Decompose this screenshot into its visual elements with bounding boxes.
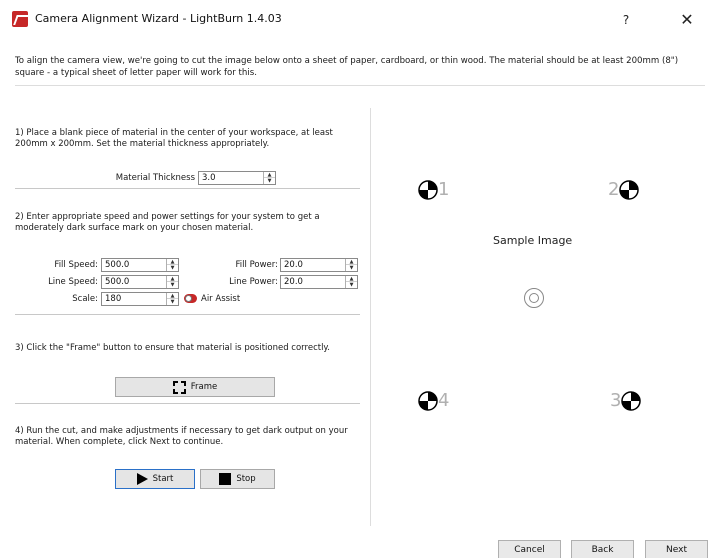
spin-down-icon[interactable]: ▼ <box>167 265 178 271</box>
start-button-label: Start <box>152 474 174 484</box>
spin-down-icon[interactable]: ▼ <box>346 265 357 271</box>
instructions-panel: 1) Place a blank piece of material in th… <box>15 108 360 518</box>
step-divider <box>15 188 360 189</box>
marker-number: 2 <box>608 179 620 200</box>
spin-down-icon[interactable]: ▼ <box>167 299 178 305</box>
stop-square-icon <box>219 473 232 485</box>
step-4-text: 4) Run the cut, and make adjustments if … <box>15 426 348 447</box>
line-speed-input[interactable] <box>102 276 165 288</box>
registration-marker-2: 2 <box>608 179 640 200</box>
cancel-button[interactable]: Cancel <box>498 540 561 558</box>
title-bar: Camera Alignment Wizard - LightBurn 1.4.… <box>0 0 712 40</box>
line-power-label: Line Power: <box>229 277 278 287</box>
registration-marker-1: 1 <box>418 180 449 200</box>
scale-label: Scale: <box>72 294 98 304</box>
marker-number: 4 <box>438 390 450 411</box>
material-thickness-input[interactable] <box>199 172 262 184</box>
spin-arrows[interactable]: ▲ ▼ <box>263 172 275 184</box>
panel-divider <box>370 108 371 526</box>
frame-button-label: Frame <box>190 382 218 392</box>
step-3-text: 3) Click the "Frame" button to ensure th… <box>15 343 330 353</box>
next-button[interactable]: Next <box>645 540 708 558</box>
line-power-input[interactable] <box>281 276 344 288</box>
spin-arrows[interactable]: ▲ ▼ <box>345 259 357 271</box>
window-title: Camera Alignment Wizard - LightBurn 1.4.… <box>35 12 282 25</box>
back-button[interactable]: Back <box>571 540 634 558</box>
spin-arrows[interactable]: ▲ ▼ <box>345 276 357 288</box>
close-icon[interactable]: ✕ <box>670 6 704 34</box>
line-power-spinbox[interactable]: ▲▼ <box>280 275 358 289</box>
fill-speed-label: Fill Speed: <box>54 260 98 270</box>
step-divider <box>15 314 360 315</box>
stop-button-label: Stop <box>236 474 256 484</box>
air-assist-toggle[interactable] <box>184 294 197 303</box>
step-divider <box>15 403 360 404</box>
step-1-text: 1) Place a blank piece of material in th… <box>15 128 333 149</box>
material-thickness-spinbox[interactable]: ▲▼ <box>198 171 276 185</box>
scale-spinbox[interactable]: ▲▼ <box>101 292 179 306</box>
spin-down-icon[interactable]: ▼ <box>167 282 178 288</box>
spin-down-icon[interactable]: ▼ <box>264 178 275 184</box>
fill-speed-input[interactable] <box>102 259 165 271</box>
frame-corners-icon <box>172 380 186 394</box>
concentric-circle-target-icon <box>524 288 544 308</box>
intro-divider <box>15 85 705 86</box>
step-2-text: 2) Enter appropriate speed and power set… <box>15 212 320 233</box>
fill-power-input[interactable] <box>281 259 344 271</box>
marker-number: 3 <box>610 390 622 411</box>
help-button[interactable]: ? <box>612 6 640 34</box>
scale-input[interactable] <box>102 293 165 305</box>
intro-text: To align the camera view, we're going to… <box>15 56 679 78</box>
stop-button[interactable]: Stop <box>200 469 275 489</box>
play-icon <box>136 473 148 485</box>
start-button[interactable]: Start <box>115 469 195 489</box>
spin-arrows[interactable]: ▲ ▼ <box>166 259 178 271</box>
frame-button[interactable]: Frame <box>115 377 275 397</box>
spin-down-icon[interactable]: ▼ <box>346 282 357 288</box>
sample-image-title: Sample Image <box>493 234 573 247</box>
fill-power-label: Fill Power: <box>235 260 278 270</box>
registration-marker-4: 4 <box>418 391 449 411</box>
quartered-circle-marker-icon <box>621 391 642 411</box>
fill-speed-spinbox[interactable]: ▲▼ <box>101 258 179 272</box>
marker-number: 1 <box>438 179 450 200</box>
quartered-circle-marker-icon <box>418 391 438 411</box>
line-speed-spinbox[interactable]: ▲▼ <box>101 275 179 289</box>
quartered-circle-marker-icon <box>418 180 438 200</box>
spin-arrows[interactable]: ▲ ▼ <box>166 293 178 305</box>
line-speed-label: Line Speed: <box>48 277 98 287</box>
quartered-circle-marker-icon <box>619 180 640 200</box>
spin-arrows[interactable]: ▲ ▼ <box>166 276 178 288</box>
material-thickness-label: Material Thickness <box>115 173 195 183</box>
lightburn-logo-icon <box>12 11 28 27</box>
air-assist-label: Air Assist <box>201 294 241 304</box>
fill-power-spinbox[interactable]: ▲▼ <box>280 258 358 272</box>
registration-marker-3: 3 <box>610 390 642 411</box>
